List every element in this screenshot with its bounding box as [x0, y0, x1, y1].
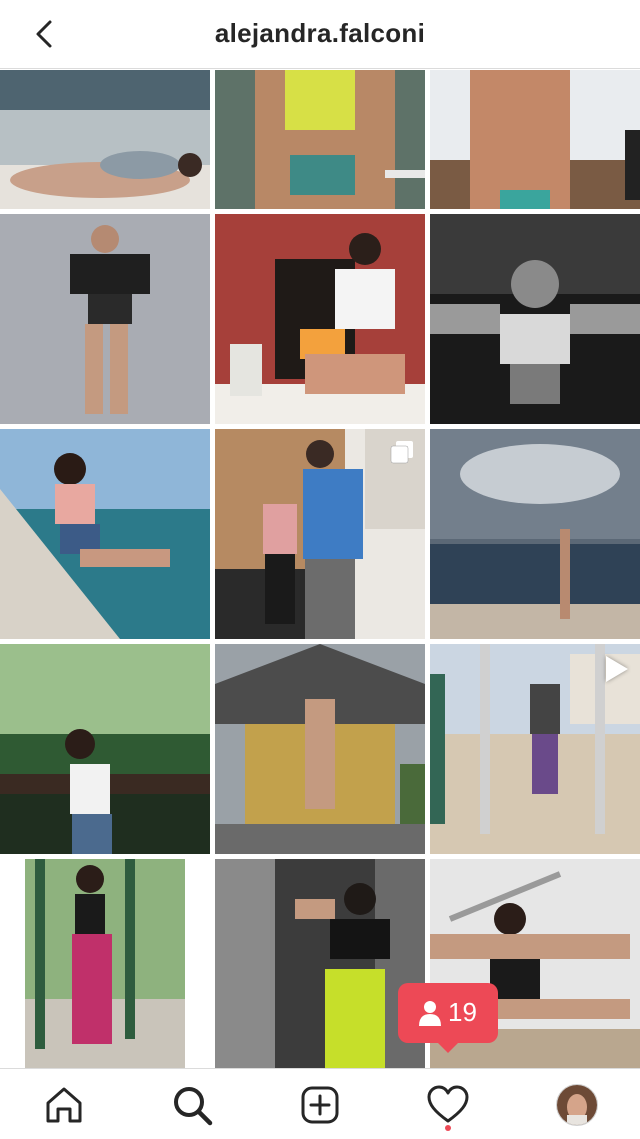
- post-thumbnail-8[interactable]: [215, 429, 425, 639]
- post-thumbnail-1[interactable]: [0, 70, 210, 209]
- new-followers-notification[interactable]: 19: [398, 983, 498, 1053]
- activity-indicator-dot: [445, 1125, 451, 1131]
- multiple-photos-icon: [390, 441, 413, 464]
- post-thumbnail-4[interactable]: [0, 214, 210, 424]
- post-thumbnail-9[interactable]: [430, 429, 640, 639]
- post-thumbnail-2[interactable]: [215, 70, 425, 209]
- profile-username-title: alejandra.falconi: [214, 18, 426, 48]
- post-thumbnail-13[interactable]: [0, 859, 210, 1069]
- profile-avatar[interactable]: [556, 1084, 598, 1126]
- activity-heart-icon[interactable]: [426, 1083, 470, 1127]
- home-icon[interactable]: [42, 1083, 86, 1127]
- search-icon[interactable]: [170, 1083, 214, 1127]
- post-thumbnail-12[interactable]: [430, 644, 640, 854]
- post-thumbnail-6[interactable]: [430, 214, 640, 424]
- post-thumbnail-7[interactable]: [0, 429, 210, 639]
- post-thumbnail-5[interactable]: [215, 214, 425, 424]
- top-bar: alejandra.falconi: [0, 0, 640, 69]
- person-icon: [419, 1001, 441, 1026]
- reel-play-icon: [606, 656, 628, 682]
- bottom-tab-bar: [0, 1068, 640, 1139]
- post-thumbnail-3[interactable]: [430, 70, 640, 209]
- followers-count: 19: [448, 997, 477, 1027]
- post-thumbnail-10[interactable]: [0, 644, 210, 854]
- post-thumbnail-11[interactable]: [215, 644, 425, 854]
- create-post-icon[interactable]: [298, 1083, 342, 1127]
- post-thumbnail-14[interactable]: [215, 859, 425, 1069]
